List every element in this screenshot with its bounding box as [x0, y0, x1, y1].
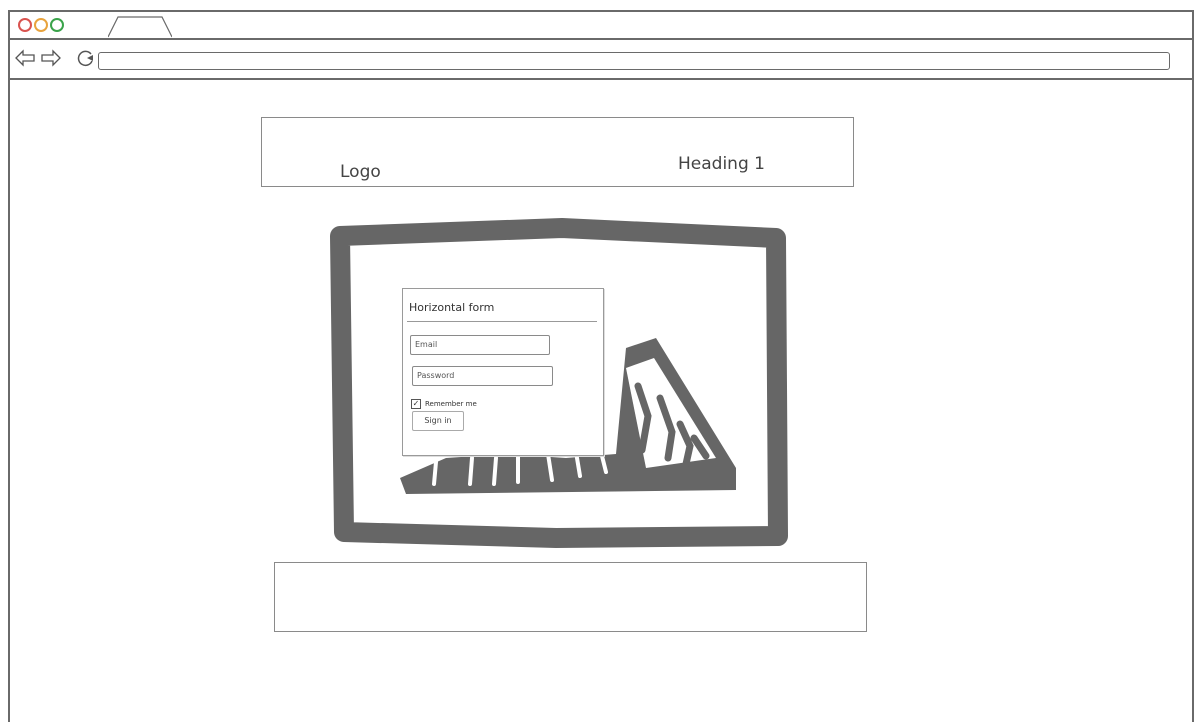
address-bar	[10, 40, 1192, 80]
remember-me-label: Remember me	[425, 400, 477, 408]
form-divider	[407, 321, 597, 322]
browser-tab[interactable]	[108, 16, 172, 38]
page-heading: Heading 1	[678, 154, 765, 174]
form-title: Horizontal form	[409, 301, 495, 314]
remember-me-row[interactable]: ✓ Remember me	[411, 399, 477, 409]
sign-in-button[interactable]: Sign in	[412, 411, 464, 431]
reload-icon[interactable]	[76, 48, 96, 68]
forward-arrow-icon[interactable]	[40, 48, 62, 68]
logo[interactable]: Logo	[340, 162, 381, 182]
title-bar	[10, 12, 1192, 40]
maximize-window-button[interactable]	[50, 18, 64, 32]
minimize-window-button[interactable]	[34, 18, 48, 32]
password-field[interactable]: Password	[412, 366, 553, 386]
footer-container	[274, 562, 867, 632]
back-arrow-icon[interactable]	[14, 48, 36, 68]
email-field[interactable]: Email	[410, 335, 550, 355]
url-input[interactable]	[98, 52, 1170, 70]
login-form: Horizontal form Email Password ✓ Remembe…	[402, 288, 604, 456]
close-window-button[interactable]	[18, 18, 32, 32]
remember-me-checkbox[interactable]: ✓	[411, 399, 421, 409]
